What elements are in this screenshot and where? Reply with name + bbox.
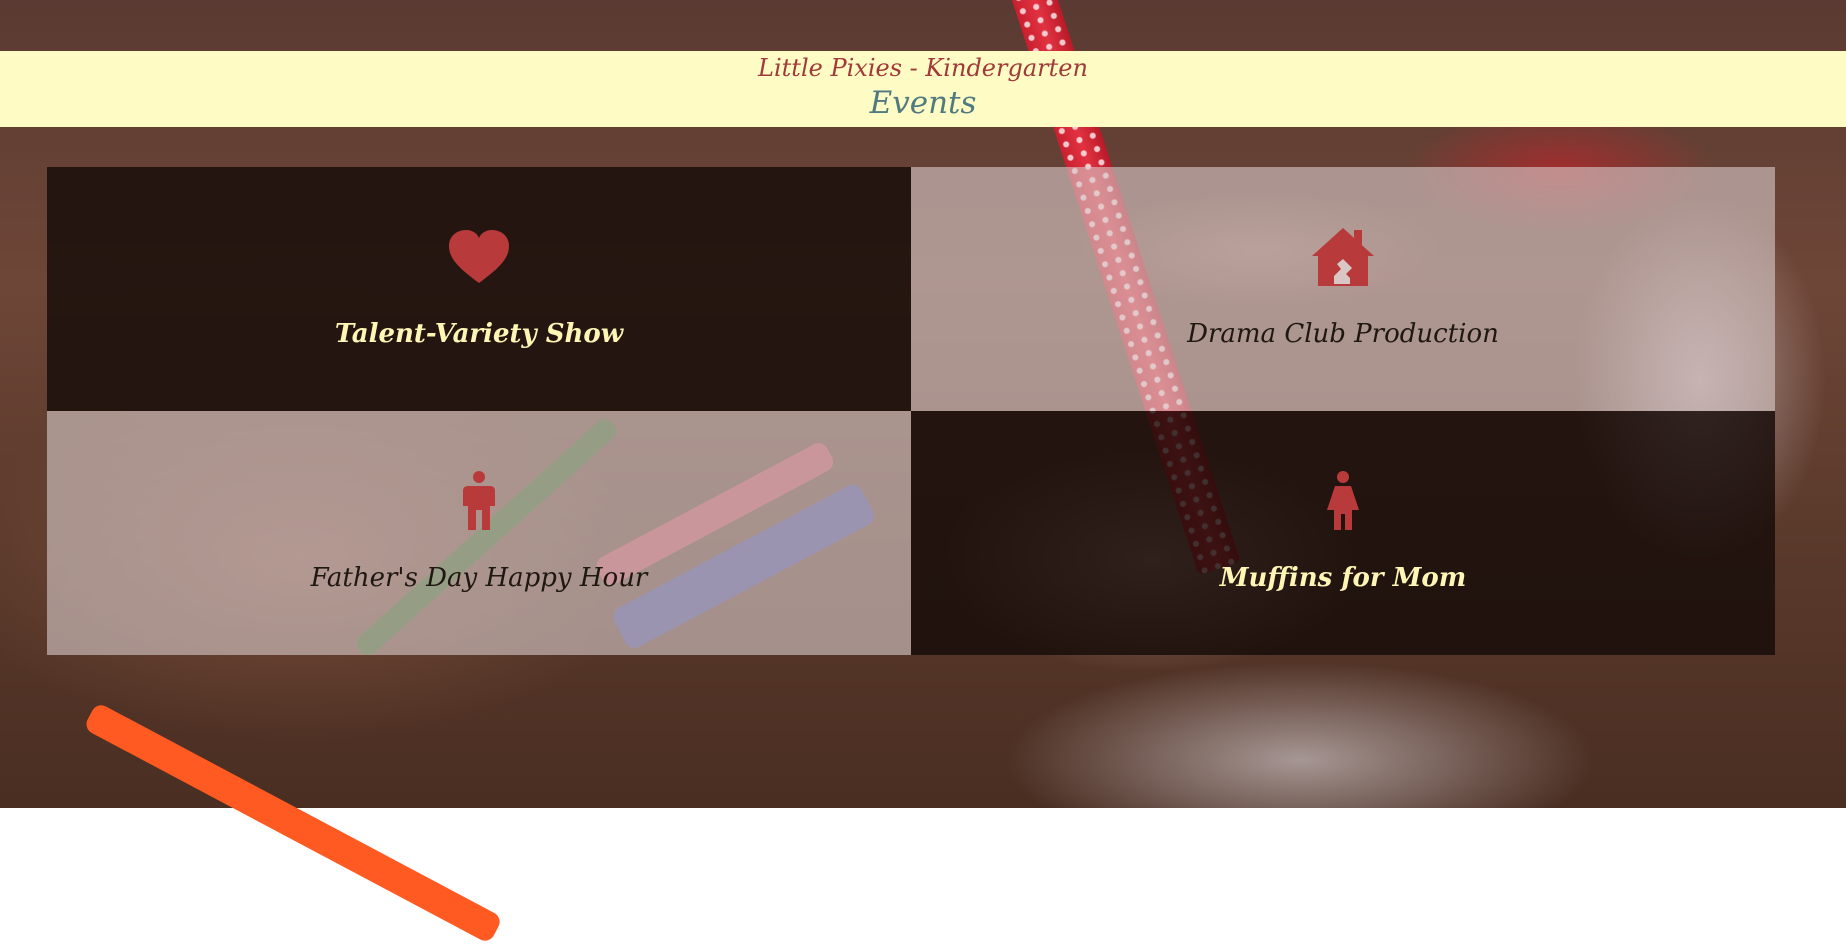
event-label: Muffins for Mom bbox=[1219, 563, 1467, 593]
events-grid: Talent-Variety Show Drama Club Productio… bbox=[47, 167, 1775, 655]
orange-pencil bbox=[82, 701, 504, 944]
male-figure-icon bbox=[47, 471, 911, 531]
house-icon bbox=[911, 227, 1775, 287]
event-tile-drama-club-production[interactable]: Drama Club Production bbox=[911, 167, 1775, 411]
page-title: Events bbox=[869, 85, 977, 121]
event-label: Father's Day Happy Hour bbox=[310, 563, 648, 593]
event-label: Drama Club Production bbox=[1187, 319, 1499, 349]
female-figure-icon bbox=[911, 471, 1775, 531]
site-title[interactable]: Little Pixies - Kindergarten bbox=[0, 53, 1846, 83]
heart-icon bbox=[47, 227, 911, 287]
event-tile-fathers-day-happy-hour[interactable]: Father's Day Happy Hour bbox=[47, 411, 911, 655]
event-tile-muffins-for-mom[interactable]: Muffins for Mom bbox=[911, 411, 1775, 655]
event-label: Talent-Variety Show bbox=[334, 319, 624, 349]
event-tile-talent-variety-show[interactable]: Talent-Variety Show bbox=[47, 167, 911, 411]
site-header: Little Pixies - Kindergarten Events bbox=[0, 51, 1846, 127]
